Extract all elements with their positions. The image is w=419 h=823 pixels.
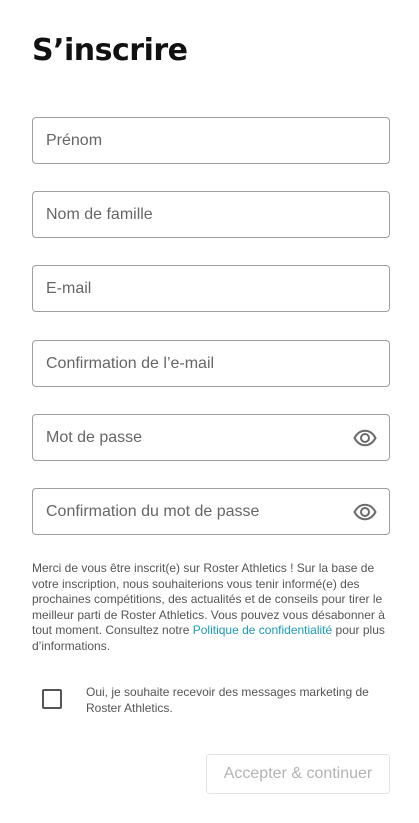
email-field-wrapper bbox=[32, 265, 390, 312]
marketing-checkbox[interactable] bbox=[42, 689, 62, 709]
first-name-field[interactable] bbox=[33, 118, 389, 163]
eye-icon[interactable] bbox=[353, 426, 377, 450]
password-field[interactable] bbox=[33, 415, 389, 460]
email-field[interactable] bbox=[33, 266, 389, 311]
page-title: S’inscrire bbox=[32, 33, 188, 68]
password-confirm-field[interactable] bbox=[33, 489, 389, 534]
accept-continue-button[interactable]: Accepter & continuer bbox=[206, 754, 390, 794]
email-confirm-field-wrapper bbox=[32, 340, 390, 387]
eye-icon[interactable] bbox=[353, 500, 377, 524]
password-field-wrapper bbox=[32, 414, 390, 461]
signup-page: S’inscrire Merci de vous être inscrit(e) bbox=[0, 0, 419, 823]
email-confirm-field[interactable] bbox=[33, 341, 389, 386]
first-name-field-wrapper bbox=[32, 117, 390, 164]
password-confirm-field-wrapper bbox=[32, 488, 390, 535]
marketing-checkbox-label[interactable]: Oui, je souhaite recevoir des messages m… bbox=[86, 685, 386, 716]
last-name-field-wrapper bbox=[32, 191, 390, 238]
consent-text: Merci de vous être inscrit(e) sur Roster… bbox=[32, 561, 390, 654]
privacy-policy-link[interactable]: Politique de confidentialité bbox=[193, 623, 332, 637]
last-name-field[interactable] bbox=[33, 192, 389, 237]
